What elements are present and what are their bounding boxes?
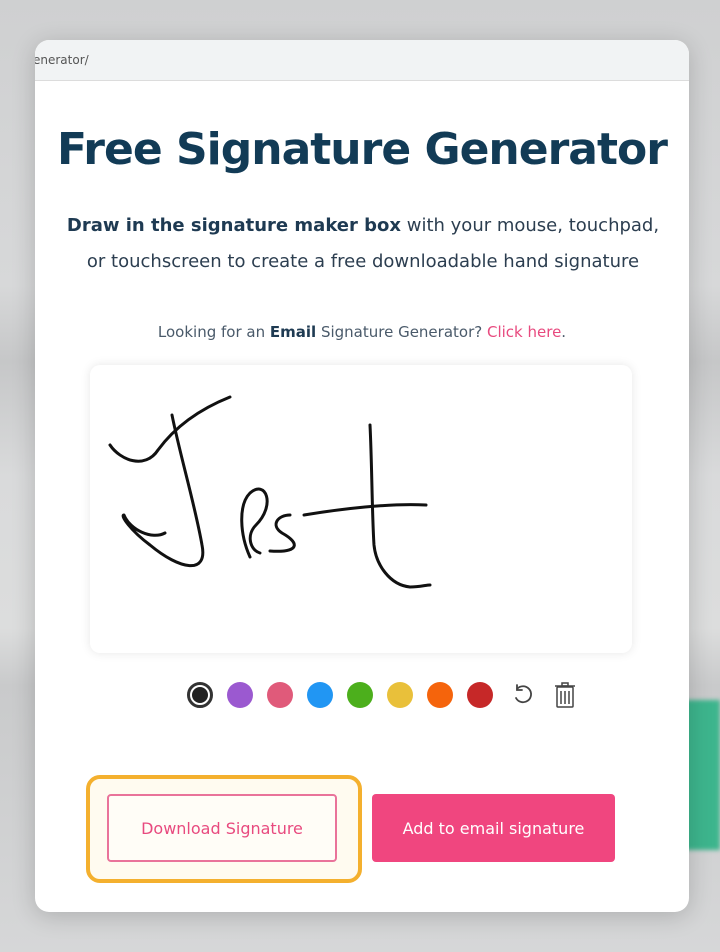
page-title: Free Signature Generator: [57, 124, 668, 175]
color-swatch-black[interactable]: [187, 682, 213, 708]
color-swatch-purple[interactable]: [227, 682, 253, 708]
email-generator-hint: Looking for an Email Signature Generator…: [35, 323, 689, 341]
color-swatch-blue[interactable]: [307, 682, 333, 708]
color-swatch-green[interactable]: [347, 682, 373, 708]
color-swatch-orange[interactable]: [427, 682, 453, 708]
color-swatch-pink[interactable]: [267, 682, 293, 708]
color-swatch-red[interactable]: [467, 682, 493, 708]
click-here-link[interactable]: Click here: [487, 323, 561, 341]
browser-window: enerator/ Free Signature Generator Draw …: [35, 40, 689, 912]
add-to-email-signature-button[interactable]: Add to email signature: [372, 794, 615, 862]
subtitle-bold: Draw in the signature maker box: [66, 215, 402, 236]
hint-suffix: .: [561, 323, 567, 341]
url-text: enerator/: [35, 53, 89, 67]
swatch-0: [192, 687, 208, 703]
signature-drawing: [108, 395, 432, 589]
download-signature-button[interactable]: Download Signature: [107, 794, 337, 862]
trash-icon[interactable]: [551, 681, 579, 709]
color-palette: [187, 681, 591, 709]
subtitle-rest: with your mouse, touchpad,: [401, 215, 660, 236]
subtitle-line2: or touchscreen to create a free download…: [86, 251, 640, 272]
page-subtitle: Draw in the signature maker box with you…: [35, 208, 689, 280]
color-swatch-yellow[interactable]: [387, 682, 413, 708]
undo-icon[interactable]: [509, 681, 537, 709]
address-bar[interactable]: enerator/: [35, 40, 689, 81]
hint-middle: Signature Generator?: [316, 323, 487, 341]
hint-bold: Email: [269, 323, 317, 341]
signature-pad[interactable]: [90, 365, 632, 653]
hint-prefix: Looking for an: [157, 323, 270, 341]
